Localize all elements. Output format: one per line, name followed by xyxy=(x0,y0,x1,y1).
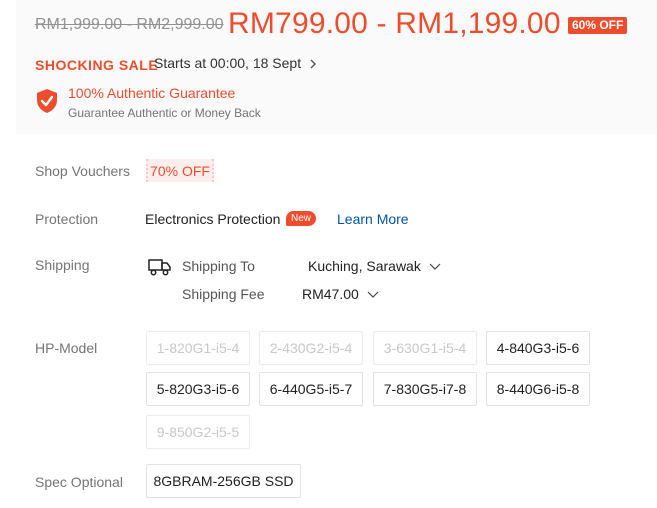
hp-model-option[interactable]: 9-850G2-i5-5 xyxy=(146,415,250,449)
new-badge: New xyxy=(286,211,317,226)
sale-price-range: RM799.00 - RM1,199.00 xyxy=(228,7,561,40)
shield-check-icon xyxy=(36,88,58,114)
shipping-fee-value: RM47.00 xyxy=(302,286,359,302)
chevron-down-icon xyxy=(429,263,441,271)
discount-badge: 60% OFF xyxy=(568,17,628,34)
hp-model-option[interactable]: 2-430G2-i5-4 xyxy=(259,331,363,365)
hp-model-option[interactable]: 3-630G1-i5-4 xyxy=(373,331,477,365)
flash-sale-label: SHOCKING SALE xyxy=(35,57,159,73)
shipping-to-label: Shipping To xyxy=(182,258,255,274)
spec-option[interactable]: 8GBRAM-256GB SSD xyxy=(146,464,301,498)
hp-model-option[interactable]: 6-440G5-i5-7 xyxy=(259,372,363,406)
original-price-range: RM1,999.00 - RM2,999.00 xyxy=(35,16,224,33)
hp-model-option[interactable]: 7-830G5-i7-8 xyxy=(373,372,477,406)
hp-model-option[interactable]: 1-820G1-i5-4 xyxy=(146,331,250,365)
shipping-fee-dropdown[interactable]: RM47.00 xyxy=(302,286,379,302)
guarantee-title: 100% Authentic Guarantee xyxy=(68,85,236,101)
price-panel: RM1,999.00 - RM2,999.00 RM799.00 - RM1,1… xyxy=(16,0,657,134)
chevron-right-icon[interactable] xyxy=(306,55,320,73)
chevron-down-icon xyxy=(367,291,379,299)
truck-icon xyxy=(148,257,172,277)
protection-name: Electronics Protection xyxy=(145,211,281,227)
hp-model-option[interactable]: 5-820G3-i5-6 xyxy=(146,372,250,406)
protection-label: Protection xyxy=(35,211,99,227)
hp-model-option[interactable]: 8-440G6-i5-8 xyxy=(486,372,590,406)
voucher-tag[interactable]: 70% OFF xyxy=(146,159,214,182)
guarantee-subtitle: Guarantee Authentic or Money Back xyxy=(68,106,261,120)
hp-model-label: HP-Model xyxy=(35,340,98,356)
shipping-label: Shipping xyxy=(35,257,90,273)
learn-more-link[interactable]: Learn More xyxy=(337,211,409,227)
shipping-destination-dropdown[interactable]: Kuching, Sarawak xyxy=(308,258,441,274)
hp-model-option[interactable]: 4-840G3-i5-6 xyxy=(486,331,590,365)
flash-sale-start-time[interactable]: Starts at 00:00, 18 Sept xyxy=(154,55,301,71)
shipping-destination-value: Kuching, Sarawak xyxy=(308,258,421,274)
spec-optional-label: Spec Optional xyxy=(35,474,123,490)
shipping-fee-label: Shipping Fee xyxy=(182,286,265,302)
shop-vouchers-label: Shop Vouchers xyxy=(35,163,130,179)
